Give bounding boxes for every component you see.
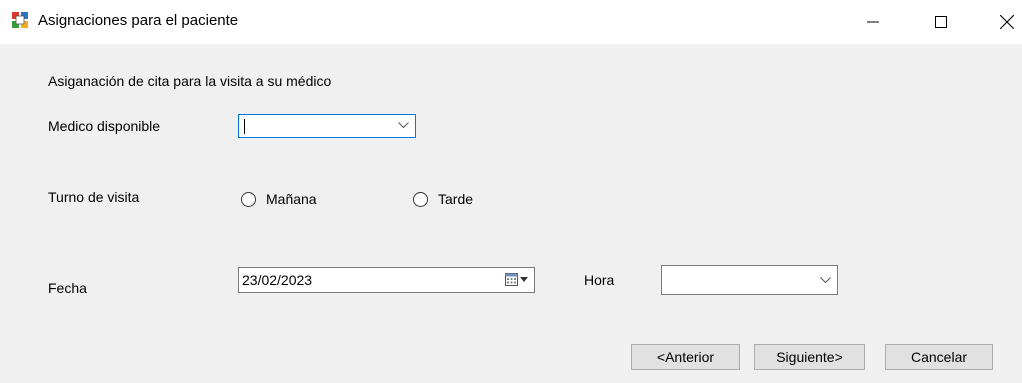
radio-manana[interactable]: Mañana — [241, 191, 317, 207]
app-form-icon — [12, 12, 28, 28]
anterior-button[interactable]: <Anterior — [631, 344, 740, 370]
chevron-down-icon — [398, 122, 409, 129]
minimize-button[interactable] — [850, 0, 896, 44]
window-title: Asignaciones para el paciente — [38, 12, 239, 29]
dropdown-arrow-icon — [520, 277, 528, 282]
hora-label: Hora — [584, 272, 615, 288]
calendar-icon — [505, 273, 518, 286]
maximize-button[interactable] — [918, 0, 964, 44]
cancelar-button[interactable]: Cancelar — [885, 344, 993, 370]
siguiente-button[interactable]: Siguiente> — [754, 344, 865, 370]
fecha-label: Fecha — [48, 280, 87, 296]
form-heading: Asiganación de cita para la visita a su … — [48, 73, 332, 89]
chevron-down-icon — [820, 277, 831, 284]
hora-combobox[interactable] — [661, 265, 838, 295]
text-caret — [244, 119, 245, 134]
radio-circle-icon — [413, 191, 428, 207]
medico-combobox[interactable] — [238, 114, 416, 138]
close-icon — [1000, 15, 1014, 29]
close-button[interactable] — [984, 0, 1022, 44]
medico-label: Medico disponible — [48, 118, 161, 134]
radio-circle-icon — [241, 191, 256, 207]
radio-tarde[interactable]: Tarde — [413, 191, 473, 207]
fecha-value: 23/02/2023 — [242, 272, 313, 288]
minimize-icon — [867, 21, 879, 23]
radio-tarde-label: Tarde — [438, 191, 474, 207]
maximize-icon — [935, 16, 947, 28]
radio-manana-label: Mañana — [266, 191, 317, 207]
title-bar: Asignaciones para el paciente — [0, 0, 1022, 44]
turno-label: Turno de visita — [48, 189, 140, 205]
fecha-date-picker[interactable]: 23/02/2023 — [238, 267, 535, 293]
calendar-dropdown-button[interactable] — [505, 273, 528, 286]
